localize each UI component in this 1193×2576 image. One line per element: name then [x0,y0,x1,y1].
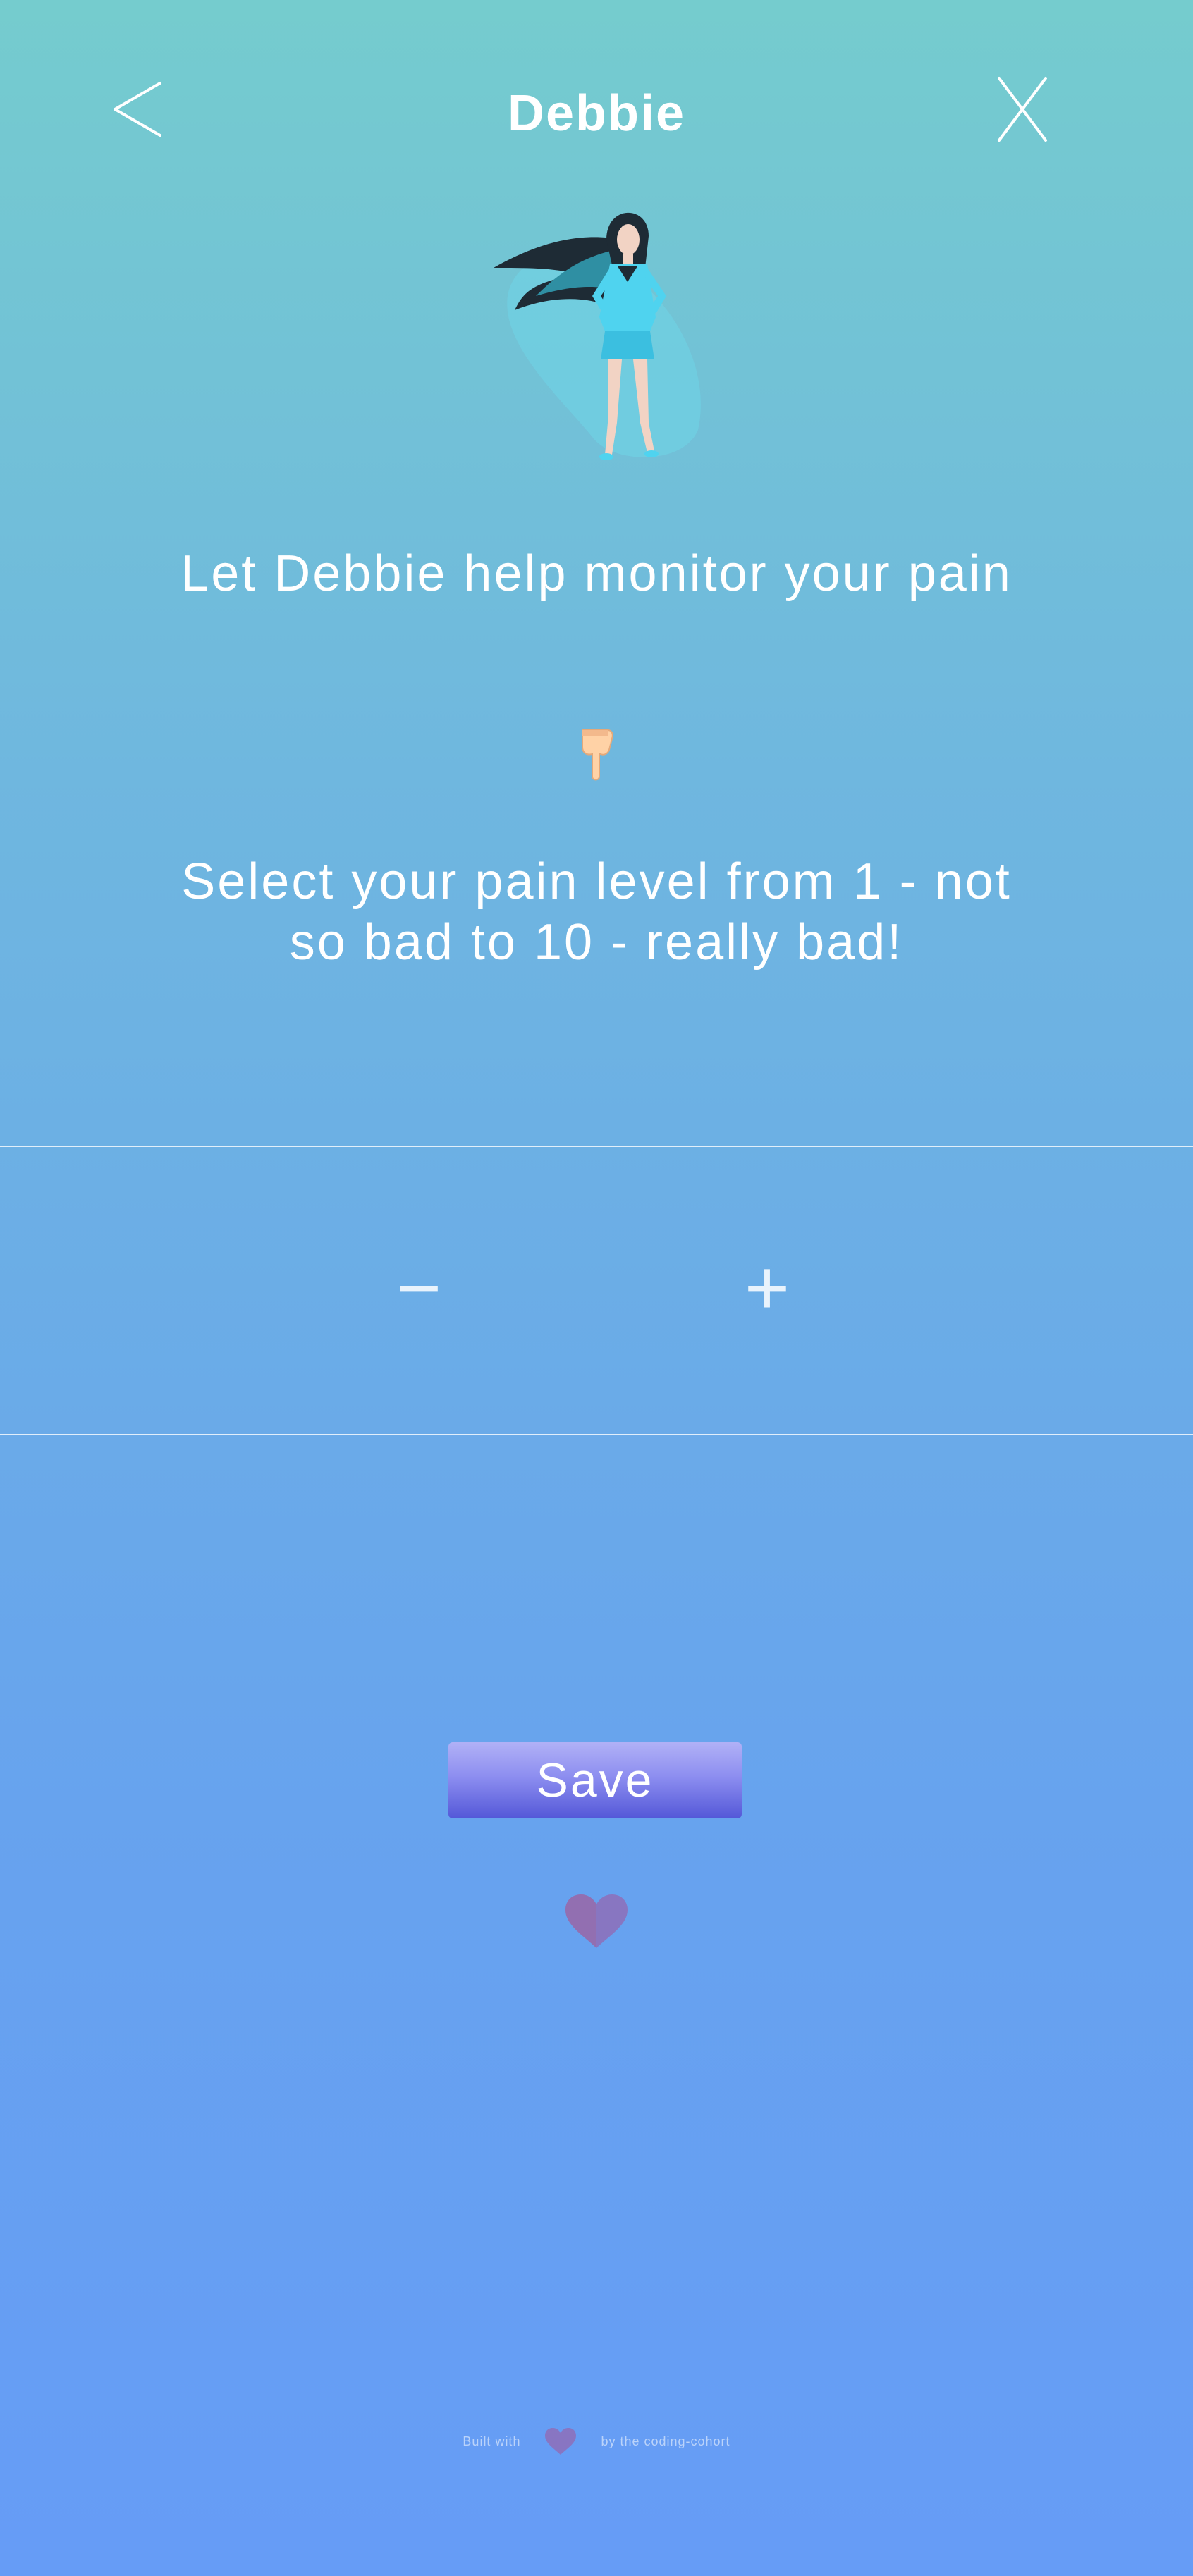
close-button[interactable] [987,70,1058,148]
superhero-woman-illustration [487,190,712,465]
footer: Built with by the coding-cohort [0,2422,1193,2461]
save-button[interactable]: Save [448,1742,742,1818]
pain-level-value [526,1253,667,1324]
heart-icon [564,1893,629,1949]
close-x-icon [998,77,1047,142]
footer-prefix: Built with [463,2434,521,2448]
instruction-text: Select your pain level from 1 - not so b… [181,853,1012,970]
headline: Let Debbie help monitor your pain [181,546,1012,602]
pointing-down-icon [577,726,616,782]
pain-level-stepper: − + [0,1146,1193,1435]
increase-button[interactable]: + [725,1246,809,1331]
footer-suffix: by the coding-cohort [601,2434,730,2448]
small-heart-icon [545,2428,577,2455]
top-bar: Debbie [0,0,1193,183]
decrease-button[interactable]: − [377,1246,461,1331]
